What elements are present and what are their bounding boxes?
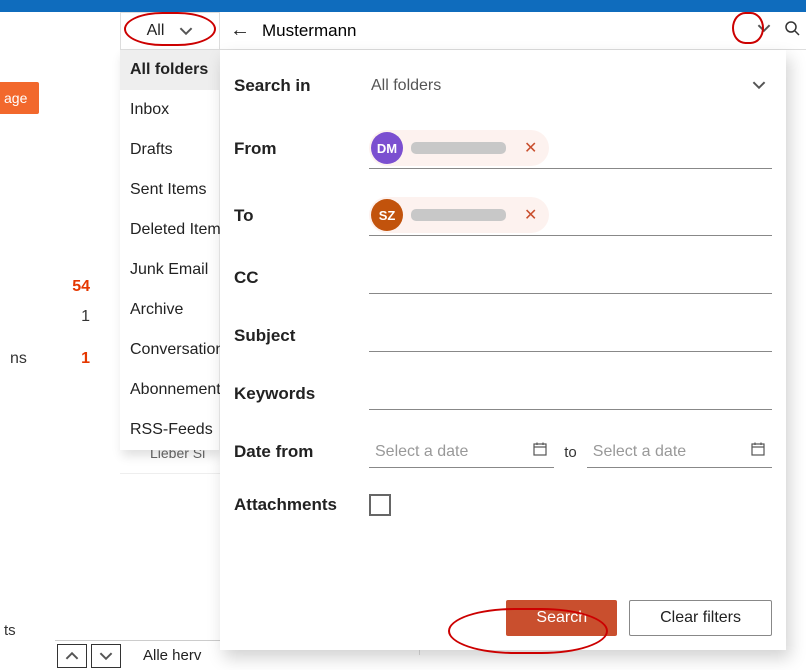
to-field[interactable]: SZ ✕: [369, 195, 772, 236]
count-3: [0, 332, 100, 344]
search-bar: ←: [220, 12, 806, 50]
redacted-name: [411, 142, 506, 154]
remove-chip-button[interactable]: ✕: [514, 138, 547, 158]
folder-counts: 54 1 ns 1: [0, 272, 100, 374]
calendar-icon: [532, 441, 548, 462]
chevron-down-icon: [179, 24, 193, 38]
folder-option-junk[interactable]: Junk Email: [120, 250, 219, 290]
folder-option-abonnements[interactable]: Abonnements: [120, 370, 219, 410]
search-in-select[interactable]: All folders: [369, 70, 772, 102]
title-bar: [0, 0, 806, 12]
count-4-label: ns: [10, 350, 27, 368]
folder-option-sent[interactable]: Sent Items: [120, 170, 219, 210]
avatar: SZ: [371, 199, 403, 231]
clear-filters-button[interactable]: Clear filters: [629, 600, 772, 636]
folder-scope-dropdown-panel: All folders Inbox Drafts Sent Items Dele…: [120, 50, 220, 450]
left-pane-fragment: age 54 1 ns 1 ts: [0, 12, 120, 670]
keywords-field[interactable]: [369, 378, 772, 410]
label-cc: CC: [234, 268, 369, 288]
label-search-in: Search in: [234, 76, 369, 96]
search-scope-label: All: [147, 22, 165, 40]
count-1: 54: [0, 272, 100, 302]
folder-option-deleted[interactable]: Deleted Items: [120, 210, 219, 250]
cc-field[interactable]: [369, 262, 772, 294]
chevron-down-icon: [752, 78, 766, 95]
search-scope-dropdown[interactable]: All: [120, 12, 220, 50]
down-button[interactable]: [91, 644, 121, 668]
calendar-icon: [750, 441, 766, 462]
date-to-input[interactable]: Select a date: [587, 436, 772, 468]
chevron-down-icon: [757, 21, 771, 35]
date-from-input[interactable]: Select a date: [369, 436, 554, 468]
search-input[interactable]: [254, 21, 750, 41]
left-bottom-label: ts: [0, 622, 16, 639]
count-2: 1: [0, 302, 100, 332]
subject-field[interactable]: [369, 320, 772, 352]
label-from: From: [234, 139, 369, 159]
search-in-value: All folders: [369, 73, 443, 99]
folder-option-inbox[interactable]: Inbox: [120, 90, 219, 130]
folder-option-conversations[interactable]: Conversations: [120, 330, 219, 370]
folder-option-drafts[interactable]: Drafts: [120, 130, 219, 170]
new-message-button-fragment[interactable]: age: [0, 82, 39, 114]
label-date-from: Date from: [234, 442, 369, 462]
to-person-chip[interactable]: SZ ✕: [369, 197, 549, 233]
date-placeholder: Select a date: [587, 443, 686, 461]
advanced-search-panel: Search in All folders From DM ✕ To SZ ✕: [220, 50, 786, 650]
advanced-search-toggle[interactable]: [750, 21, 778, 40]
label-attachments: Attachments: [234, 495, 369, 515]
avatar: DM: [371, 132, 403, 164]
redacted-name: [411, 209, 506, 221]
date-placeholder: Select a date: [369, 443, 468, 461]
folder-option-archive[interactable]: Archive: [120, 290, 219, 330]
search-submit-button[interactable]: Search: [506, 600, 617, 636]
count-4-row: ns 1: [0, 344, 100, 374]
folder-option-rss[interactable]: RSS-Feeds: [120, 410, 219, 450]
label-subject: Subject: [234, 326, 369, 346]
count-4: 1: [81, 350, 90, 368]
search-button[interactable]: [778, 20, 806, 41]
label-to: To: [234, 206, 369, 226]
up-button[interactable]: [57, 644, 87, 668]
search-icon: [784, 20, 800, 36]
from-person-chip[interactable]: DM ✕: [369, 130, 549, 166]
footer-label: Alle herv: [143, 647, 201, 664]
from-field[interactable]: DM ✕: [369, 128, 772, 169]
folder-option-all-folders[interactable]: All folders: [120, 50, 219, 90]
label-date-to: to: [564, 444, 577, 461]
label-keywords: Keywords: [234, 384, 369, 404]
back-button[interactable]: ←: [226, 19, 254, 42]
remove-chip-button[interactable]: ✕: [514, 205, 547, 225]
attachments-checkbox[interactable]: [369, 494, 391, 516]
